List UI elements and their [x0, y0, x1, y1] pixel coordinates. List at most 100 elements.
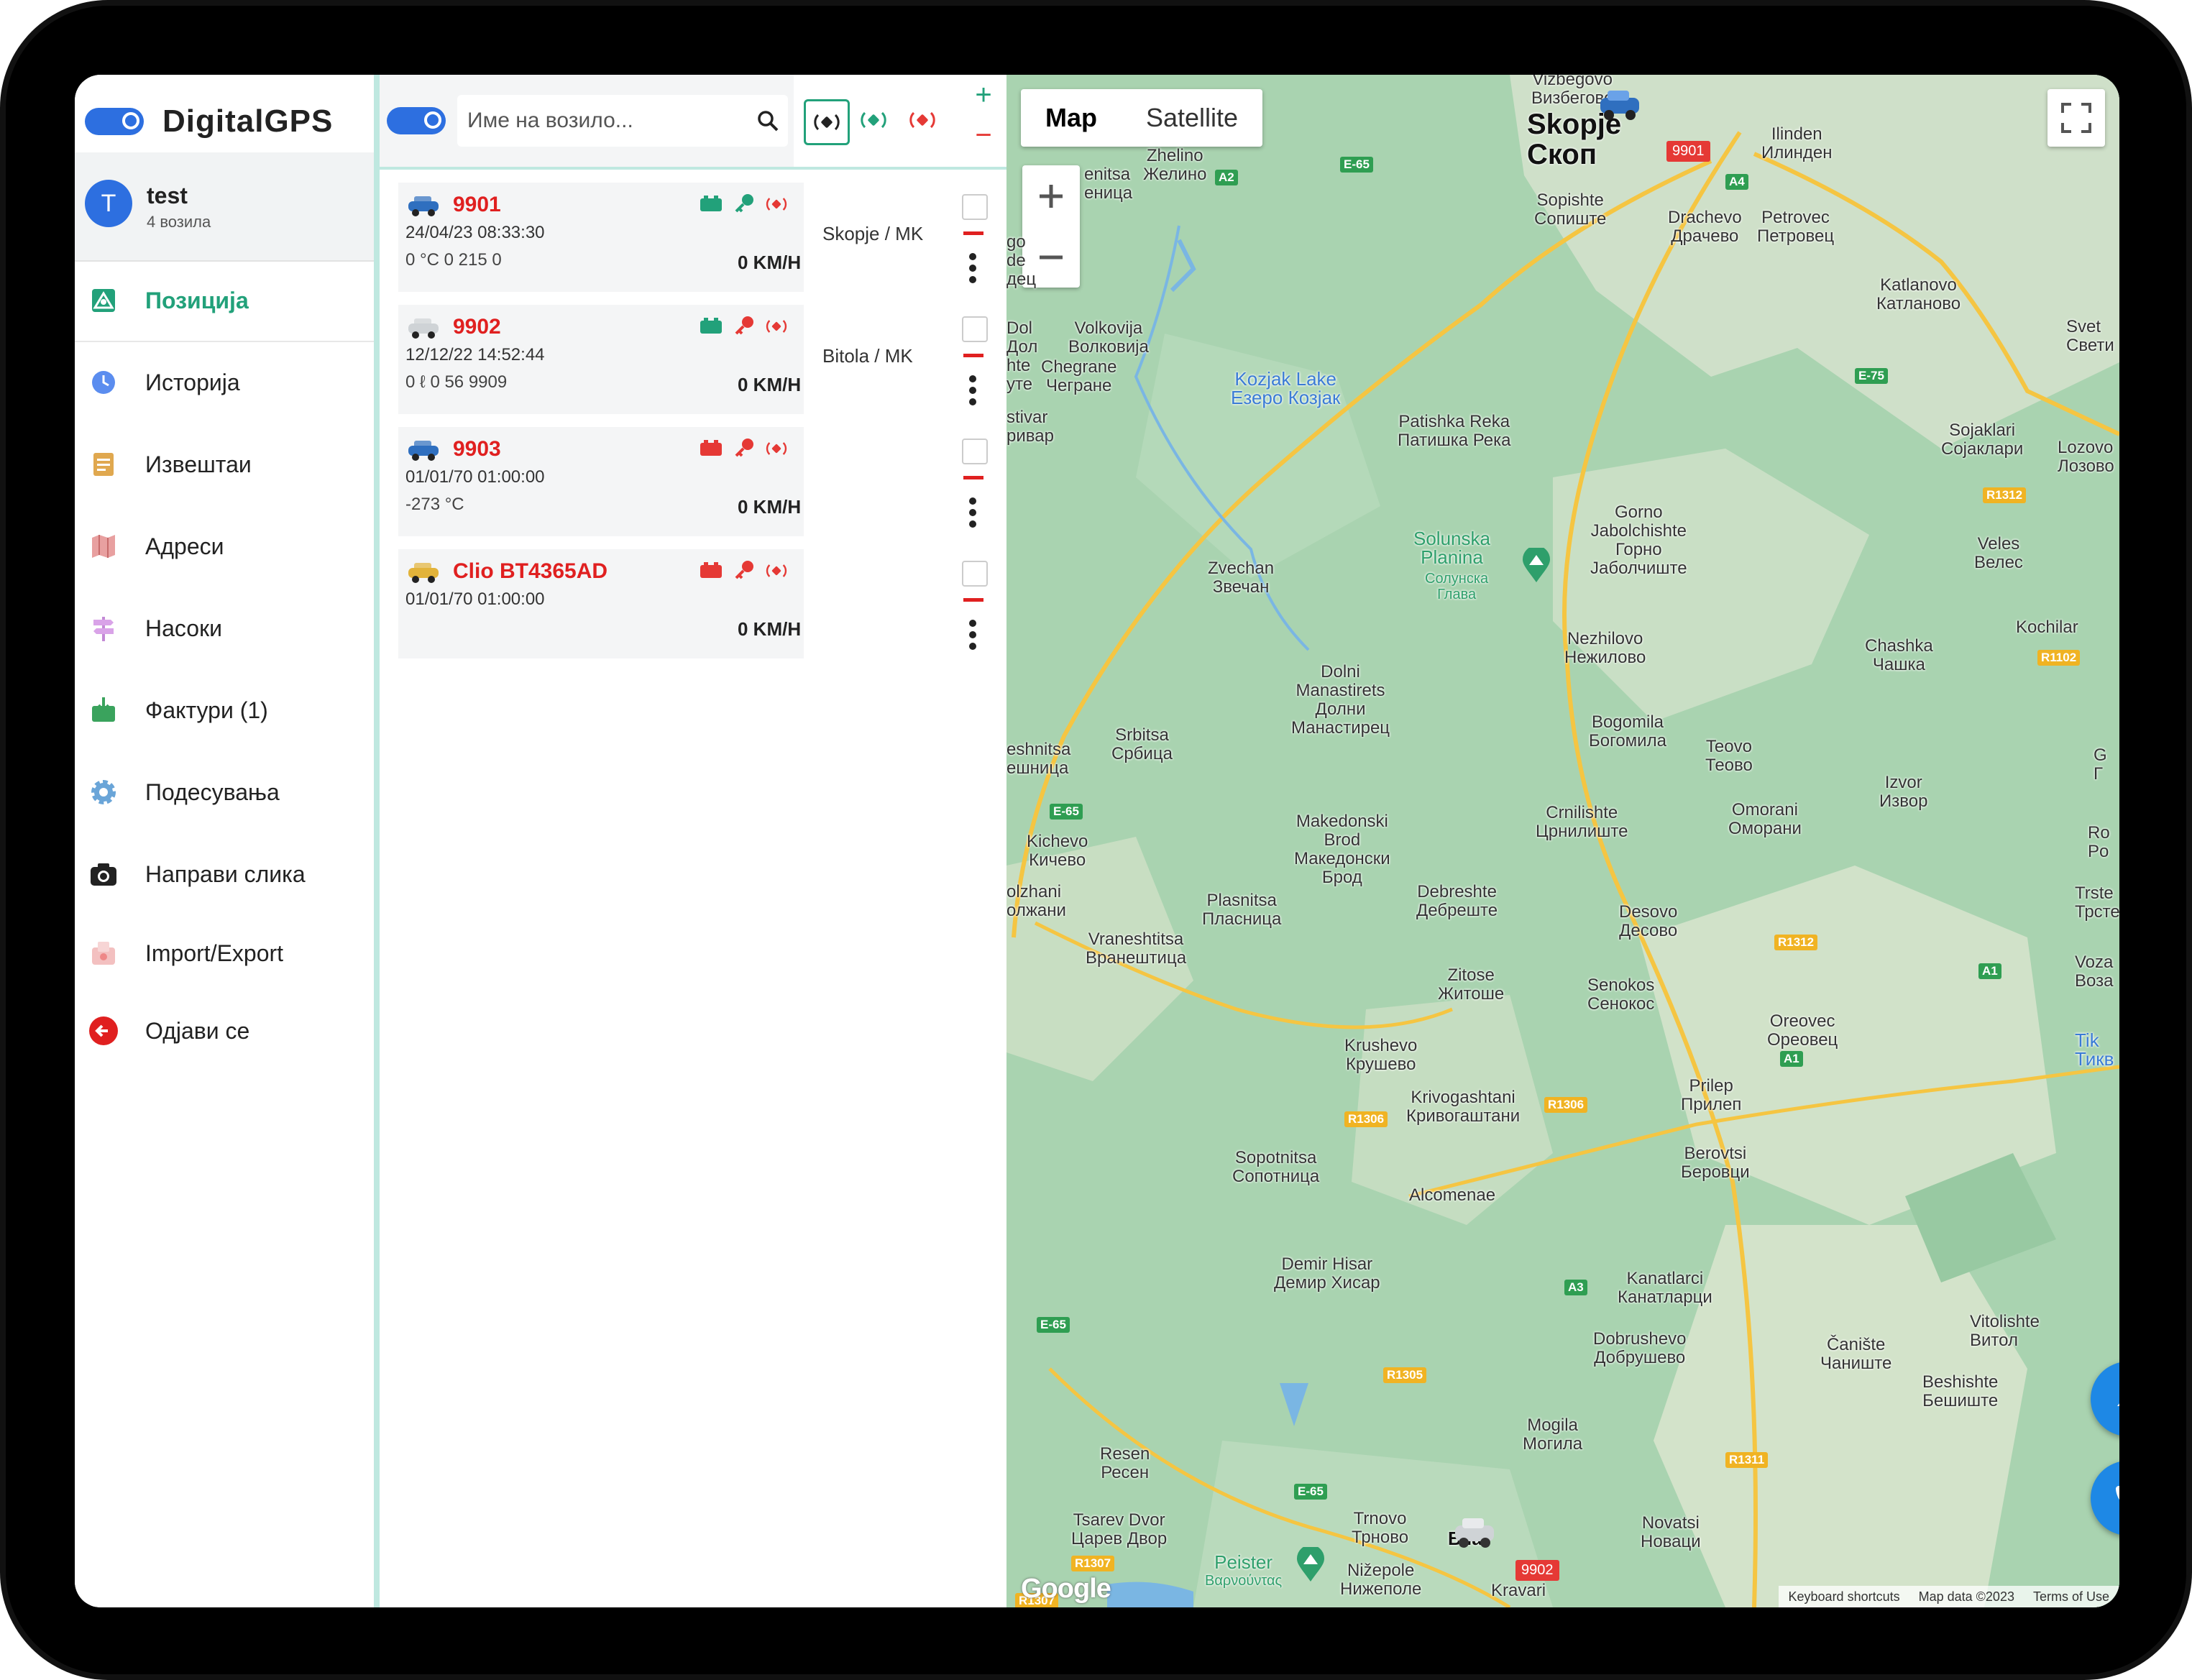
vehicle-car-icon[interactable]	[1449, 1513, 1500, 1556]
collapse-all-icon[interactable]: −	[969, 119, 998, 155]
vehicle-collapse-icon[interactable]	[963, 598, 983, 602]
zoom-in-button[interactable]	[1022, 165, 1080, 226]
nav-item-directions[interactable]: Насоки	[75, 592, 374, 664]
vehicle-car-icon[interactable]	[1595, 85, 1645, 128]
gear-icon	[88, 776, 119, 808]
keyboard-shortcuts-link[interactable]: Keyboard shortcuts	[1789, 1589, 1900, 1605]
map-label: Dol Дол hte уте	[1006, 318, 1038, 394]
map-label: Omorani Оморани	[1728, 800, 1802, 838]
nav-item-reports[interactable]: Извештаи	[75, 428, 374, 500]
vehicle-select-checkbox[interactable]	[962, 316, 988, 342]
vehicle-last-update: 01/01/70 01:00:00	[405, 467, 545, 487]
map-label: Srbitsa Србица	[1111, 725, 1173, 763]
map-label: Gorno Jabolchishte Горно Јаболчиште	[1590, 502, 1687, 578]
more-vertical-icon[interactable]	[966, 618, 979, 651]
map-label: Kichevo Кичево	[1027, 832, 1088, 870]
more-vertical-icon[interactable]	[966, 496, 979, 529]
vehicle-marker-label[interactable]: 9902	[1515, 1560, 1559, 1581]
vehicle-speed: 0 KM/H	[738, 496, 802, 518]
vehicle-collapse-icon[interactable]	[963, 354, 983, 357]
vehicle-name[interactable]: 9902	[453, 315, 501, 339]
vehicle-name[interactable]: Clio BT4365AD	[453, 559, 607, 584]
road-shield: R1306	[1544, 1097, 1588, 1113]
map[interactable]: Map Satellite Vizbegovo Визбегово Skopje С…	[1006, 75, 2119, 1607]
map-label: Sopishte Сопиште	[1534, 191, 1607, 229]
map-label: Alcomenae	[1409, 1185, 1496, 1205]
vehicle-select-checkbox[interactable]	[962, 439, 988, 464]
fullscreen-button[interactable]	[2047, 89, 2105, 147]
map-label: Prilep Прилеп	[1681, 1076, 1742, 1114]
app-screen: DigitalGPS T test 4 возила Позиција Исто…	[75, 75, 2119, 1607]
nav-item-invoices[interactable]: Фактури (1)	[75, 674, 374, 746]
vehicle-select-checkbox[interactable]	[962, 561, 988, 587]
map-label: Nižepole Нижеполе	[1340, 1561, 1422, 1599]
map-label: Crnilishte Црнилиште	[1536, 803, 1628, 841]
road-shield: A1	[1780, 1051, 1803, 1067]
vehicle-select-checkbox[interactable]	[962, 194, 988, 220]
google-logo: Google	[1021, 1574, 1111, 1604]
vehicle-collapse-icon[interactable]	[963, 476, 983, 479]
more-vertical-icon[interactable]	[966, 374, 979, 407]
map-label: Tik Тикв	[2075, 1029, 2114, 1070]
ignition-key-icon	[735, 194, 753, 213]
vehicle-collapse-icon[interactable]	[963, 231, 983, 235]
signal-filter-all-button[interactable]	[804, 99, 850, 145]
more-vertical-icon[interactable]	[966, 252, 979, 285]
nav-item-screenshot[interactable]: Направи слика	[75, 838, 374, 910]
road-shield: R1312	[1774, 935, 1818, 950]
terms-link[interactable]: Terms of Use	[2033, 1589, 2109, 1605]
vehicle-location: Bitola / MK	[822, 345, 913, 367]
map-label: enitsa еница	[1084, 165, 1133, 203]
vehicle-search-input[interactable]	[466, 102, 742, 139]
nav-item-addresses[interactable]: Адреси	[75, 510, 374, 582]
search-area	[380, 75, 794, 167]
fullscreen-icon	[2061, 103, 2091, 133]
history-clock-icon	[88, 367, 119, 398]
map-label: Kanatlarci Канатларци	[1618, 1269, 1712, 1307]
map-type-toggle: Map Satellite	[1021, 89, 1263, 147]
expand-all-icon[interactable]: +	[969, 79, 998, 115]
nav-item-settings[interactable]: Подесувања	[75, 756, 374, 828]
nav-item-import-export[interactable]: Import/Export	[75, 917, 374, 989]
map-label: Ro Po	[2088, 823, 2110, 861]
bell-icon	[2117, 1403, 2119, 1406]
vehicle-marker-label[interactable]: 9901	[1666, 141, 1710, 162]
panel-divider	[374, 75, 380, 1607]
nav-item-logout[interactable]: Одјави се	[75, 995, 374, 1067]
road-shield: A1	[1978, 963, 2001, 979]
map-label: Desovo Десово	[1619, 902, 1678, 940]
road-shield: A3	[1564, 1280, 1587, 1295]
signal-filter-online-button[interactable]	[853, 99, 894, 141]
vehicle-name[interactable]: 9903	[453, 437, 501, 462]
sensor-values: 0 °C 0 215 0	[405, 250, 502, 270]
map-label: Ilinden Илинден	[1761, 124, 1833, 162]
map-label: Sojaklari Сојаклари	[1941, 421, 2024, 459]
logo: DigitalGPS	[85, 96, 333, 147]
vehicle-name[interactable]: 9901	[453, 193, 501, 217]
nav-label: Фактури (1)	[145, 697, 268, 723]
nav-separator	[75, 341, 374, 342]
vehicle-card[interactable]: Clio BT4365AD 01/01/70 01:00:00 0 KM/H	[398, 549, 991, 658]
vehicle-card[interactable]: 9902 12/12/22 14:52:44 0 ℓ 0 56 9909 0 KM/H…	[398, 305, 991, 414]
signal-offline-icon	[909, 111, 935, 129]
search-icon[interactable]	[756, 109, 779, 132]
account-card[interactable]: T test 4 возила	[75, 152, 374, 262]
map-tab-satellite[interactable]: Satellite	[1122, 89, 1262, 147]
signal-all-icon	[814, 114, 840, 131]
gps-signal-icon	[766, 320, 787, 333]
nav-item-position[interactable]: Позиција	[75, 265, 374, 336]
import-export-icon	[88, 937, 119, 969]
vehicle-panel: + − 9901 24/04/23 08:33:30 0 °C 0 215 0 0 K…	[380, 75, 1006, 1607]
nav-item-history[interactable]: Историја	[75, 346, 374, 418]
vehicle-card[interactable]: 9901 24/04/23 08:33:30 0 °C 0 215 0 0 KM/H S…	[398, 183, 991, 292]
vehicle-sensors: 0 °C 0 215 0	[405, 250, 502, 270]
gps-signal-icon	[766, 564, 787, 577]
battery-icon	[700, 440, 722, 456]
filter-toggle[interactable]	[387, 107, 446, 134]
map-label: Zitose Житоше	[1438, 965, 1505, 1004]
map-tab-map[interactable]: Map	[1021, 89, 1122, 147]
map-label: Berovtsi Беровци	[1681, 1144, 1750, 1182]
reports-icon	[88, 449, 119, 480]
vehicle-card[interactable]: 9903 01/01/70 01:00:00 -273 °C 0 KM/H	[398, 427, 991, 536]
signal-filter-offline-button[interactable]	[902, 99, 943, 141]
